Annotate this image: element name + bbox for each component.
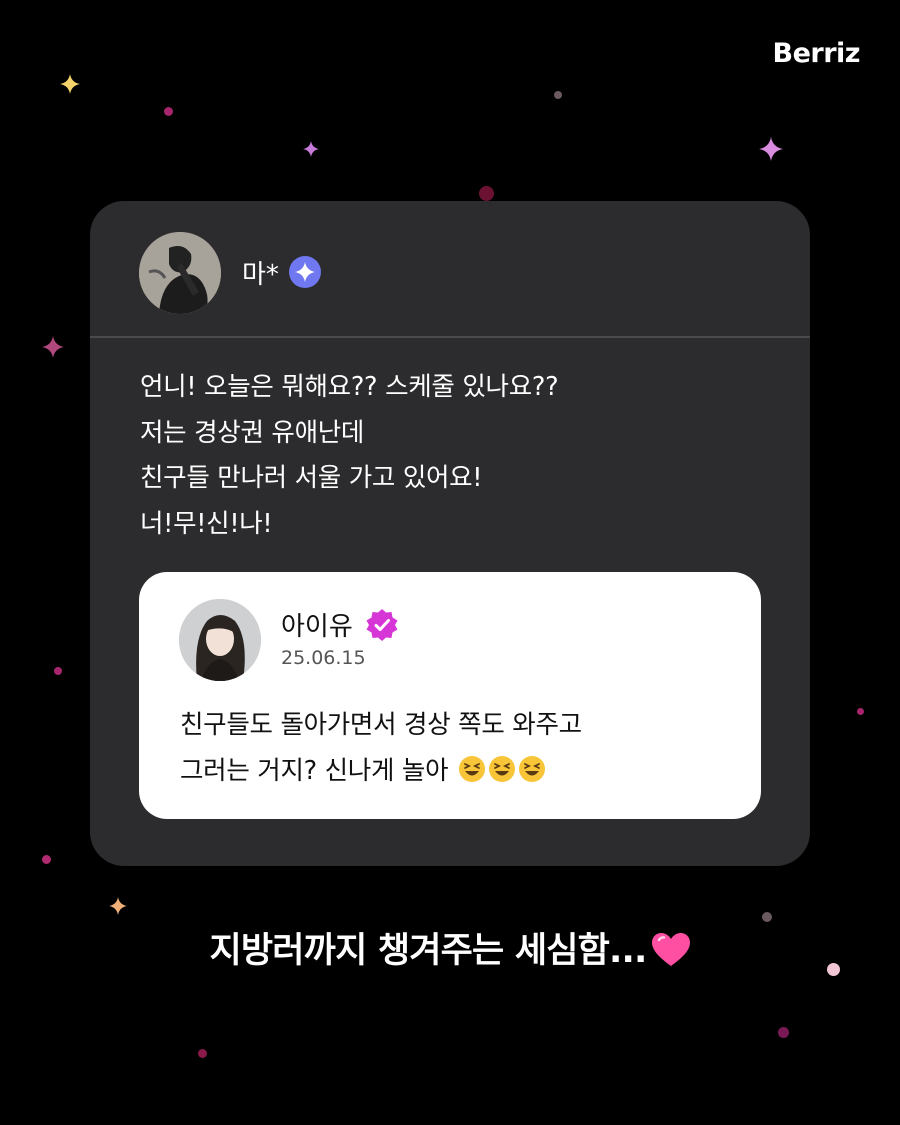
verified-check-icon — [366, 609, 398, 641]
decor-dot — [857, 708, 864, 715]
decor-dot — [778, 1027, 789, 1038]
artist-name[interactable]: 아이유 — [281, 606, 353, 643]
caption-text: 지방러까지 챙겨주는 세심함... — [209, 931, 647, 971]
reply-date: 25.06.15 — [281, 647, 366, 669]
sparkle-icon — [303, 141, 319, 157]
sparkle-icon — [42, 336, 64, 358]
reply-line: 그러는 거지? 신나게 놀아 — [180, 756, 449, 786]
decor-dot — [198, 1049, 207, 1058]
decor-dot — [164, 107, 173, 116]
sparkle-badge-icon — [289, 256, 321, 288]
reply-line-with-emoji: 그러는 거지? 신나게 놀아 — [180, 748, 582, 794]
fan-avatar[interactable] — [139, 232, 221, 314]
message-line: 친구들 만나러 서울 가고 있어요! — [140, 463, 483, 493]
sparkle-icon — [759, 137, 783, 161]
message-line: 너!무!신!나! — [140, 508, 273, 539]
post-header: 마* — [90, 201, 810, 338]
decor-dot — [54, 667, 62, 675]
fan-post-card: 마* 언니! 오늘은 뭐해요?? 스케줄 있나요?? 저는 경상권 유애난데 친… — [90, 201, 810, 866]
pink-heart-icon — [651, 933, 690, 966]
grinning-squinting-face-icon — [519, 756, 546, 782]
message-line: 저는 경상권 유애난데 — [140, 417, 365, 448]
berriz-logo: Berriz — [772, 38, 861, 69]
caption: 지방러까지 챙겨주는 세심함... — [0, 922, 900, 973]
message-line: 언니! 오늘은 뭐해요?? 스케줄 있나요?? — [140, 372, 559, 402]
reply-line: 친구들도 돌아가면서 경상 쪽도 와주고 — [180, 710, 582, 740]
decor-dot — [479, 186, 494, 201]
decor-dot — [554, 91, 562, 99]
artist-reply-card: 아이유 25.06.15 친구들도 돌아가면서 경상 쪽도 와주고 그러는 거지… — [139, 572, 761, 819]
artist-avatar[interactable] — [179, 599, 261, 681]
sparkle-icon — [109, 897, 127, 915]
reply-text: 친구들도 돌아가면서 경상 쪽도 와주고 그러는 거지? 신나게 놀아 — [180, 702, 582, 794]
fan-message: 언니! 오늘은 뭐해요?? 스케줄 있나요?? 저는 경상권 유애난데 친구들 … — [140, 365, 559, 547]
decor-dot — [42, 855, 51, 864]
decor-dot — [762, 912, 772, 922]
grinning-squinting-face-icon — [459, 756, 486, 782]
grinning-squinting-face-icon — [489, 756, 516, 782]
sparkle-icon — [60, 74, 80, 94]
fan-name[interactable]: 마* — [242, 254, 279, 291]
